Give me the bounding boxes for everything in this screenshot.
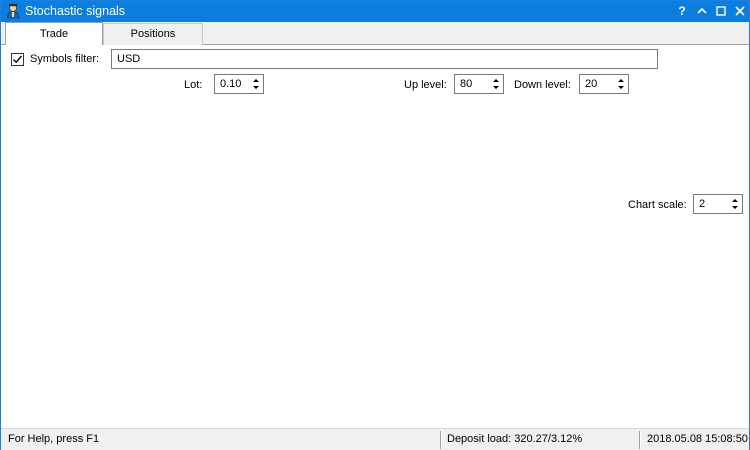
chart-scale-label: Chart scale: xyxy=(628,199,687,211)
lot-label: Lot: xyxy=(184,79,203,91)
close-icon xyxy=(735,6,745,16)
spin-arrows-icon[interactable] xyxy=(251,76,261,92)
symbols-filter-checkbox[interactable] xyxy=(11,53,24,66)
down-level-value: 20 xyxy=(585,78,598,90)
chart-scale-spinner[interactable]: 2 xyxy=(693,194,743,214)
lot-spinner[interactable]: 0.10 xyxy=(214,74,264,94)
down-level-label: Down level: xyxy=(514,79,571,91)
down-level-spinner[interactable]: 20 xyxy=(579,74,629,94)
trade-panel xyxy=(1,45,749,425)
window-title: Stochastic signals xyxy=(25,4,126,18)
collapse-button[interactable] xyxy=(693,2,711,20)
maximize-button[interactable] xyxy=(712,2,730,20)
help-button[interactable]: ? xyxy=(673,2,691,20)
spin-arrows-icon[interactable] xyxy=(616,76,626,92)
symbols-filter-input[interactable]: USD xyxy=(111,49,658,69)
up-level-value: 80 xyxy=(460,78,473,90)
status-help-text: For Help, press F1 xyxy=(8,433,100,445)
maximize-icon xyxy=(716,6,726,16)
tab-positions[interactable]: Positions xyxy=(103,23,203,45)
chart-scale-value: 2 xyxy=(699,198,706,210)
tab-strip: Trade Positions xyxy=(1,22,749,46)
up-level-spinner[interactable]: 80 xyxy=(454,74,504,94)
spin-arrows-icon[interactable] xyxy=(491,76,501,92)
up-level-label: Up level: xyxy=(404,79,447,91)
app-window: Stochastic signals ? Trade Positions Sym… xyxy=(0,0,750,450)
checkmark-icon xyxy=(13,55,23,64)
status-deposit-load: Deposit load: 320.27/3.12% xyxy=(447,433,583,445)
spin-arrows-icon[interactable] xyxy=(730,196,740,212)
close-button[interactable] xyxy=(731,2,749,20)
status-divider xyxy=(440,431,442,449)
status-datetime: 2018.05.08 15:08:50 xyxy=(647,433,748,445)
symbols-filter-label: Symbols filter: xyxy=(30,53,100,65)
lot-value: 0.10 xyxy=(220,78,242,90)
status-bar: For Help, press F1 Deposit load: 320.27/… xyxy=(1,428,749,450)
expert-advisor-icon xyxy=(5,3,21,19)
chevron-up-icon xyxy=(697,7,707,14)
tab-trade[interactable]: Trade xyxy=(5,22,103,46)
title-bar[interactable]: Stochastic signals ? xyxy=(1,1,749,22)
status-divider xyxy=(639,431,641,449)
